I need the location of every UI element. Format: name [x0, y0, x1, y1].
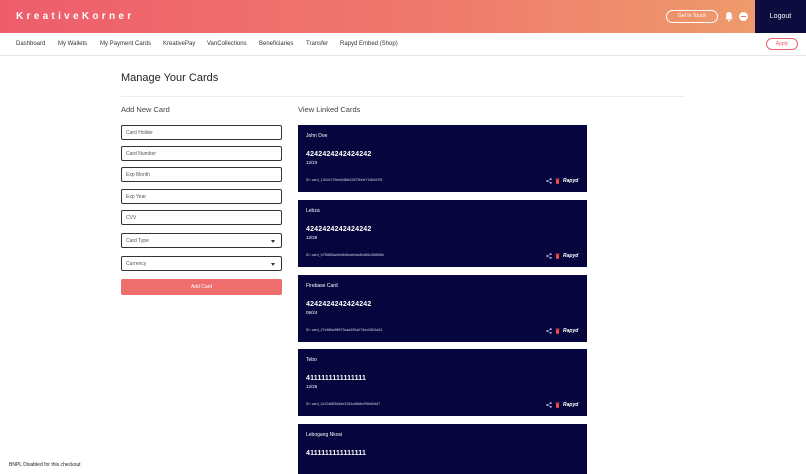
add-card-button[interactable]: Add Card [121, 279, 282, 295]
rapyd-logo: Rapyd [563, 402, 579, 408]
top-header: KreativeKorner Get In Touch Logout [0, 0, 806, 33]
rapyd-logo: Rapyd [563, 178, 579, 184]
divider [121, 96, 685, 97]
rapyd-logo: Rapyd [563, 253, 579, 259]
card-holder-name: Tebo [306, 357, 317, 363]
card-expiry: 12/25 [306, 384, 318, 389]
linked-card[interactable]: Lebza 4242424242424242 12/28 ID: card_b7… [298, 200, 587, 267]
nav-item-transfer[interactable]: Transfer [306, 41, 328, 47]
card-holder-name: Lebza [306, 208, 320, 214]
linked-card[interactable]: Tebo 4111111111111111 12/25 ID: card_0c1… [298, 349, 587, 416]
card-expiry: 12/23 [306, 160, 318, 165]
linked-card[interactable]: Firebase Card 4242424242424242 09/24 ID:… [298, 275, 587, 342]
nav-item-kreativepay[interactable]: KreativePay [163, 41, 195, 47]
card-holder-name: Lebogang Nkosi [306, 432, 343, 438]
bell-icon[interactable] [724, 11, 734, 22]
card-expiry: 12/28 [306, 235, 318, 240]
bnpl-status-text: BNPL Disabled for this checkout [9, 462, 81, 468]
exp-year-input[interactable] [121, 189, 282, 204]
trash-icon[interactable] [555, 402, 560, 408]
main-nav: Dashboard My Wallets My Payment Cards Kr… [0, 33, 806, 56]
card-id: ID: card_0c12d6ff3b5de2264cdf68e2f9b60dd… [306, 402, 381, 406]
linked-cards-heading: View Linked Cards [298, 105, 361, 114]
card-id: ID: card_13b2e739eb5d8fe22879b0e716fcfd7… [306, 178, 383, 182]
cvv-input[interactable] [121, 210, 282, 225]
linked-card[interactable]: Lebogang Nkosi 4111111111111111 [298, 424, 587, 474]
share-icon[interactable] [546, 178, 552, 184]
card-number: 4111111111111111 [306, 375, 367, 382]
card-holder-input[interactable] [121, 125, 282, 140]
chevron-down-icon [271, 240, 275, 243]
currency-label: Currency [126, 261, 147, 267]
card-type-select[interactable]: Card Type [121, 233, 282, 248]
card-holder-name: John Doe [306, 133, 328, 139]
exp-month-input[interactable] [121, 167, 282, 182]
card-id: ID: card_b7f5865ac9e6b6bdebda4bd85c3bf60… [306, 253, 385, 257]
page-title: Manage Your Cards [121, 72, 219, 84]
rapyd-logo: Rapyd [563, 328, 579, 334]
card-type-label: Card Type [126, 238, 149, 244]
add-card-heading: Add New Card [121, 105, 170, 114]
linked-card[interactable]: John Doe 4242424242424242 12/23 ID: card… [298, 125, 587, 192]
trash-icon[interactable] [555, 253, 560, 259]
nav-item-rapyd-embed[interactable]: Rapyd Embed (Shop) [340, 41, 398, 47]
user-avatar-icon[interactable] [739, 12, 748, 21]
brand-logo[interactable]: KreativeKorner [16, 11, 134, 22]
share-icon[interactable] [546, 402, 552, 408]
nav-item-vancollections[interactable]: VanCollections [207, 41, 247, 47]
nav-item-beneficiaries[interactable]: Beneficiaries [259, 41, 293, 47]
share-icon[interactable] [546, 328, 552, 334]
card-id: ID: card_27e68be8ff973caa390a073ec0804a3… [306, 328, 383, 332]
share-icon[interactable] [546, 253, 552, 259]
card-number: 4111111111111111 [306, 450, 367, 457]
card-number-input[interactable] [121, 146, 282, 161]
nav-item-my-payment-cards[interactable]: My Payment Cards [100, 41, 151, 47]
nav-item-dashboard[interactable]: Dashboard [16, 41, 45, 47]
get-in-touch-button[interactable]: Get In Touch [666, 10, 718, 23]
chevron-down-icon [271, 263, 275, 266]
nav-item-my-wallets[interactable]: My Wallets [58, 41, 87, 47]
trash-icon[interactable] [555, 178, 560, 184]
card-holder-name: Firebase Card [306, 283, 338, 289]
card-number: 4242424242424242 [306, 151, 372, 158]
trash-icon[interactable] [555, 328, 560, 334]
card-number: 4242424242424242 [306, 226, 372, 233]
currency-select[interactable]: Currency [121, 256, 282, 271]
card-expiry: 09/24 [306, 310, 318, 315]
apply-button[interactable]: Apply [766, 38, 798, 50]
card-number: 4242424242424242 [306, 301, 372, 308]
logout-button[interactable]: Logout [755, 0, 806, 33]
